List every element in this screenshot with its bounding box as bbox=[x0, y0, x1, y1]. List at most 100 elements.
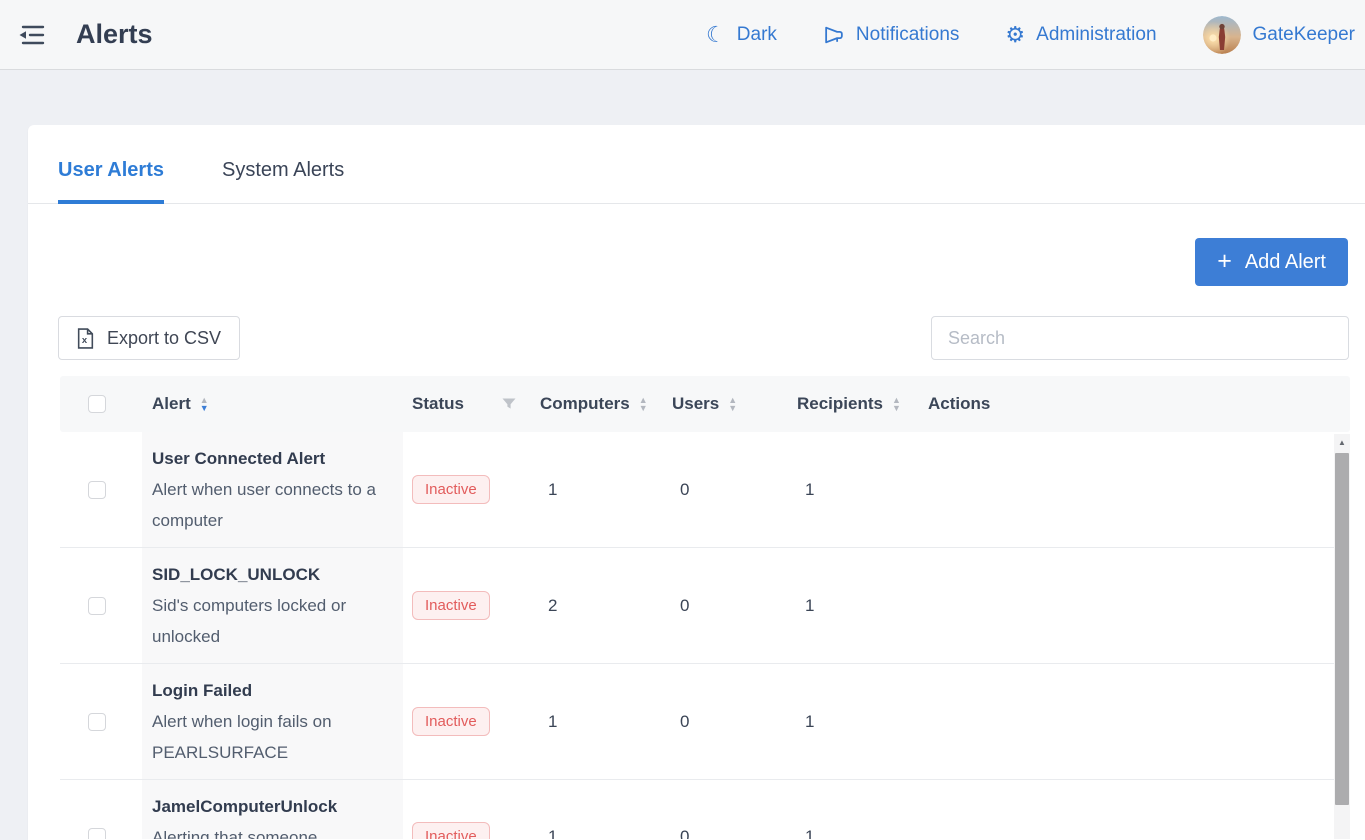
megaphone-icon bbox=[823, 24, 845, 46]
table-header: Alert ▲ ▼ Status Computers ▲ ▼ bbox=[60, 376, 1350, 432]
csv-file-icon: x bbox=[77, 328, 94, 349]
alert-description: Alert when user connects to a computer bbox=[152, 474, 391, 536]
status-cell: Inactive bbox=[403, 548, 528, 663]
actions-cell bbox=[920, 548, 1350, 663]
status-cell: Inactive bbox=[403, 432, 528, 547]
export-csv-button[interactable]: x Export to CSV bbox=[58, 316, 240, 360]
table-row: User Connected Alert Alert when user con… bbox=[60, 432, 1350, 548]
filter-funnel-icon[interactable] bbox=[502, 398, 516, 410]
svg-text:x: x bbox=[82, 335, 88, 346]
actions-cell bbox=[920, 664, 1350, 779]
header-alert[interactable]: Alert ▲ ▼ bbox=[142, 394, 403, 414]
alert-cell: User Connected Alert Alert when user con… bbox=[142, 432, 403, 547]
header-computers[interactable]: Computers ▲ ▼ bbox=[528, 394, 660, 414]
dark-mode-toggle[interactable]: ☾ Dark bbox=[706, 24, 777, 46]
alert-name: User Connected Alert bbox=[152, 443, 391, 474]
moon-icon: ☾ bbox=[706, 24, 726, 46]
computers-count: 1 bbox=[528, 780, 660, 839]
tab-system-alerts[interactable]: System Alerts bbox=[222, 159, 344, 203]
topbar: Alerts ☾ Dark Notifications ⚙ Administra… bbox=[0, 0, 1365, 70]
status-badge: Inactive bbox=[412, 822, 490, 839]
row-checkbox-cell bbox=[60, 548, 142, 663]
row-checkbox-cell bbox=[60, 664, 142, 779]
alert-cell: SID_LOCK_UNLOCK Sid's computers locked o… bbox=[142, 548, 403, 663]
actions-cell bbox=[920, 432, 1350, 547]
scrollbar-thumb[interactable] bbox=[1335, 453, 1349, 805]
alert-name: Login Failed bbox=[152, 675, 391, 706]
tabs: User Alerts System Alerts bbox=[28, 125, 1365, 204]
select-all-checkbox[interactable] bbox=[88, 395, 106, 413]
alert-cell: Login Failed Alert when login fails on P… bbox=[142, 664, 403, 779]
administration-label: Administration bbox=[1036, 24, 1156, 46]
header-users[interactable]: Users ▲ ▼ bbox=[660, 394, 785, 414]
export-csv-label: Export to CSV bbox=[107, 328, 221, 349]
alert-description: Alerting that someone bbox=[152, 822, 391, 839]
recipients-count: 1 bbox=[785, 664, 920, 779]
users-count: 0 bbox=[660, 664, 785, 779]
topbar-right: ☾ Dark Notifications ⚙ Administration bbox=[706, 16, 1355, 54]
recipients-count: 1 bbox=[785, 780, 920, 839]
row-checkbox-cell bbox=[60, 432, 142, 547]
scrollbar-up-button[interactable]: ▲ bbox=[1334, 434, 1350, 451]
actions-cell bbox=[920, 780, 1350, 839]
computers-count: 1 bbox=[528, 432, 660, 547]
status-badge: Inactive bbox=[412, 707, 490, 736]
table-row: Login Failed Alert when login fails on P… bbox=[60, 664, 1350, 780]
user-menu[interactable]: GateKeeper bbox=[1203, 16, 1355, 54]
users-count: 0 bbox=[660, 548, 785, 663]
row-checkbox[interactable] bbox=[88, 481, 106, 499]
header-checkbox-cell bbox=[60, 395, 142, 413]
header-recipients[interactable]: Recipients ▲ ▼ bbox=[785, 394, 920, 414]
users-count: 0 bbox=[660, 780, 785, 839]
computers-count: 2 bbox=[528, 548, 660, 663]
page-title: Alerts bbox=[76, 19, 153, 50]
row-checkbox[interactable] bbox=[88, 597, 106, 615]
scroll-up-icon: ▲ bbox=[1338, 438, 1346, 447]
sidebar-toggle-button[interactable] bbox=[14, 18, 48, 52]
status-cell: Inactive bbox=[403, 664, 528, 779]
header-actions: Actions bbox=[920, 394, 1350, 414]
nav-notifications[interactable]: Notifications bbox=[823, 24, 960, 46]
table-row: JamelComputerUnlock Alerting that someon… bbox=[60, 780, 1350, 839]
recipients-count: 1 bbox=[785, 548, 920, 663]
user-name: GateKeeper bbox=[1253, 24, 1355, 46]
plus-icon: + bbox=[1217, 249, 1232, 274]
row-checkbox[interactable] bbox=[88, 713, 106, 731]
alert-name: JamelComputerUnlock bbox=[152, 791, 391, 822]
alert-cell: JamelComputerUnlock Alerting that someon… bbox=[142, 780, 403, 839]
table-toolbar: x Export to CSV bbox=[28, 286, 1365, 376]
add-alert-label: Add Alert bbox=[1245, 251, 1326, 274]
recipients-count: 1 bbox=[785, 432, 920, 547]
nav-administration[interactable]: ⚙ Administration bbox=[1005, 24, 1156, 46]
sort-icon-alert[interactable]: ▲ ▼ bbox=[200, 396, 209, 412]
users-count: 0 bbox=[660, 432, 785, 547]
sort-icon-recipients[interactable]: ▲ ▼ bbox=[892, 396, 901, 412]
status-cell: Inactive bbox=[403, 780, 528, 839]
sort-icon-computers[interactable]: ▲ ▼ bbox=[639, 396, 648, 412]
avatar bbox=[1203, 16, 1241, 54]
search-input[interactable] bbox=[931, 316, 1349, 360]
row-checkbox-cell bbox=[60, 780, 142, 839]
alert-description: Sid's computers locked or unlocked bbox=[152, 590, 391, 652]
add-alert-row: + Add Alert bbox=[28, 204, 1365, 286]
computers-count: 1 bbox=[528, 664, 660, 779]
alerts-card: User Alerts System Alerts + Add Alert x … bbox=[28, 125, 1365, 840]
status-badge: Inactive bbox=[412, 591, 490, 620]
alert-description: Alert when login fails on PEARLSURFACE bbox=[152, 706, 391, 768]
table-body: User Connected Alert Alert when user con… bbox=[60, 432, 1350, 839]
topbar-left: Alerts bbox=[14, 18, 153, 52]
header-status: Status bbox=[403, 394, 528, 414]
row-checkbox[interactable] bbox=[88, 828, 106, 840]
alerts-table: Alert ▲ ▼ Status Computers ▲ ▼ bbox=[60, 376, 1350, 839]
alert-name: SID_LOCK_UNLOCK bbox=[152, 559, 391, 590]
table-row: SID_LOCK_UNLOCK Sid's computers locked o… bbox=[60, 548, 1350, 664]
table-scrollbar[interactable]: ▲ bbox=[1334, 434, 1350, 839]
menu-collapse-icon bbox=[17, 24, 45, 46]
dark-mode-label: Dark bbox=[737, 24, 777, 46]
status-badge: Inactive bbox=[412, 475, 490, 504]
table-body-rows: User Connected Alert Alert when user con… bbox=[60, 432, 1350, 839]
notifications-label: Notifications bbox=[856, 24, 960, 46]
tab-user-alerts[interactable]: User Alerts bbox=[58, 159, 164, 203]
add-alert-button[interactable]: + Add Alert bbox=[1195, 238, 1348, 286]
sort-icon-users[interactable]: ▲ ▼ bbox=[728, 396, 737, 412]
